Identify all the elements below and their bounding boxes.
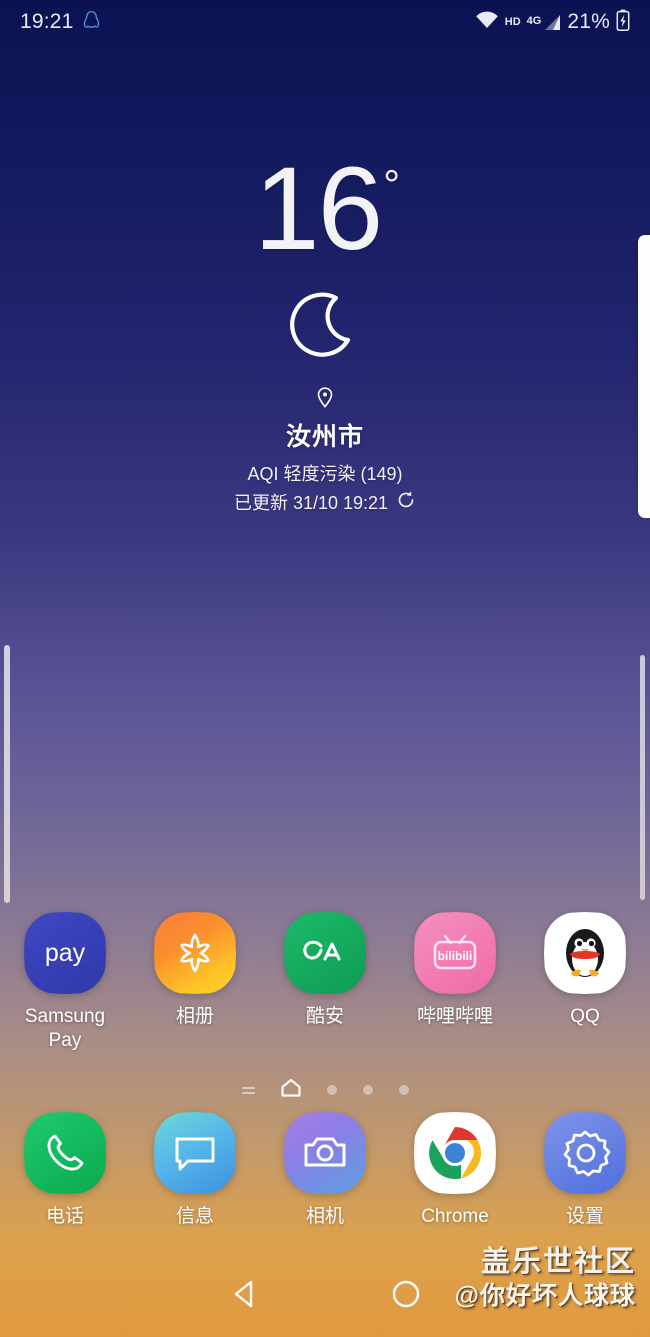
location-pin-icon [317, 387, 333, 413]
temperature-value: 16 [253, 143, 383, 275]
back-triangle-icon[interactable] [230, 1279, 258, 1314]
coolapk-icon[interactable] [284, 912, 366, 994]
weather-updated-row: 已更新 31/10 19:21 [234, 489, 416, 515]
home-button[interactable] [346, 1279, 466, 1314]
app-label: 信息 [175, 1206, 214, 1227]
navigation-bar [0, 1255, 650, 1337]
svg-text:pay: pay [45, 939, 86, 967]
crescent-moon-icon [287, 290, 363, 371]
hd-label: HD [504, 16, 521, 28]
qq-icon[interactable] [544, 912, 626, 994]
weather-aqi: AQI 轻度污染 (149) [247, 464, 403, 484]
refresh-icon[interactable] [396, 490, 416, 515]
svg-text:bilibili: bilibili [438, 949, 473, 963]
chrome-icon[interactable] [414, 1112, 496, 1194]
weather-widget[interactable]: 16° 汝州市 AQI 轻度污染 (149) 已更新 31/10 19:21 [0, 150, 650, 515]
app-label: 哔哩哔哩 [416, 1006, 493, 1027]
app-label: 电话 [45, 1206, 84, 1227]
camera-icon[interactable] [284, 1112, 366, 1194]
app-label: Samsung Pay [24, 1006, 106, 1051]
app-bilibili[interactable]: bilibili 哔哩哔哩 [390, 912, 520, 1053]
status-bar-left: 19:21 [20, 10, 100, 35]
weather-city: 汝州市 [285, 423, 364, 451]
edge-scroll-indicator-right [640, 655, 645, 900]
status-bar-right: HD 4G 21% [475, 9, 630, 36]
app-chrome[interactable]: Chrome [390, 1112, 520, 1229]
app-qq[interactable]: QQ [520, 912, 650, 1053]
app-gallery[interactable]: 相册 [130, 912, 260, 1053]
edge-panel-handle[interactable] [638, 235, 650, 518]
home-page-icon[interactable] [280, 1078, 301, 1102]
app-grid-row-2: 电话 信息 相机 Chrome 设置 [0, 1112, 650, 1229]
page-indicator [0, 1078, 650, 1102]
app-label: Chrome [421, 1206, 489, 1227]
app-camera[interactable]: 相机 [260, 1112, 390, 1229]
network-label: 4G [526, 14, 542, 27]
weather-updated-text: 已更新 31/10 19:21 [233, 493, 389, 513]
app-label: 酷安 [305, 1006, 344, 1027]
page-dot-3[interactable] [398, 1085, 409, 1095]
bilibili-icon[interactable]: bilibili [414, 912, 496, 994]
weather-temperature: 16° [254, 150, 400, 268]
status-clock: 19:21 [20, 10, 74, 33]
phone-icon[interactable] [24, 1112, 106, 1194]
app-coolapk[interactable]: 酷安 [260, 912, 390, 1053]
back-button[interactable] [184, 1279, 304, 1314]
app-grid-row-1: pay Samsung Pay 相册 酷安 bilibili 哔哩哔哩 QQ [0, 912, 650, 1053]
status-bar[interactable]: 19:21 HD 4G 21% [0, 0, 650, 44]
app-label: 设置 [565, 1206, 604, 1227]
page-dot-2[interactable] [362, 1085, 373, 1095]
battery-percent: 21% [567, 10, 610, 33]
app-phone[interactable]: 电话 [0, 1112, 130, 1229]
signal-bars-icon: 4G [527, 14, 562, 31]
app-messages[interactable]: 信息 [130, 1112, 260, 1229]
app-label: QQ [570, 1006, 600, 1027]
app-label: 相册 [175, 1006, 214, 1027]
settings-gear-icon[interactable] [544, 1112, 626, 1194]
app-samsung-pay[interactable]: pay Samsung Pay [0, 912, 130, 1053]
gallery-icon[interactable] [154, 912, 236, 994]
degree-symbol: ° [383, 161, 400, 208]
messages-icon[interactable] [154, 1112, 236, 1194]
bixby-home-icon[interactable] [241, 1086, 255, 1094]
wifi-icon [475, 11, 499, 34]
battery-charging-icon [616, 9, 630, 36]
edge-scroll-indicator-left [4, 645, 10, 903]
app-settings[interactable]: 设置 [520, 1112, 650, 1229]
page-dot-1[interactable] [326, 1085, 337, 1095]
app-label: 相机 [305, 1206, 344, 1227]
samsung-pay-icon[interactable]: pay [24, 912, 106, 994]
qq-penguin-icon [83, 10, 100, 35]
home-circle-icon[interactable] [391, 1279, 421, 1314]
